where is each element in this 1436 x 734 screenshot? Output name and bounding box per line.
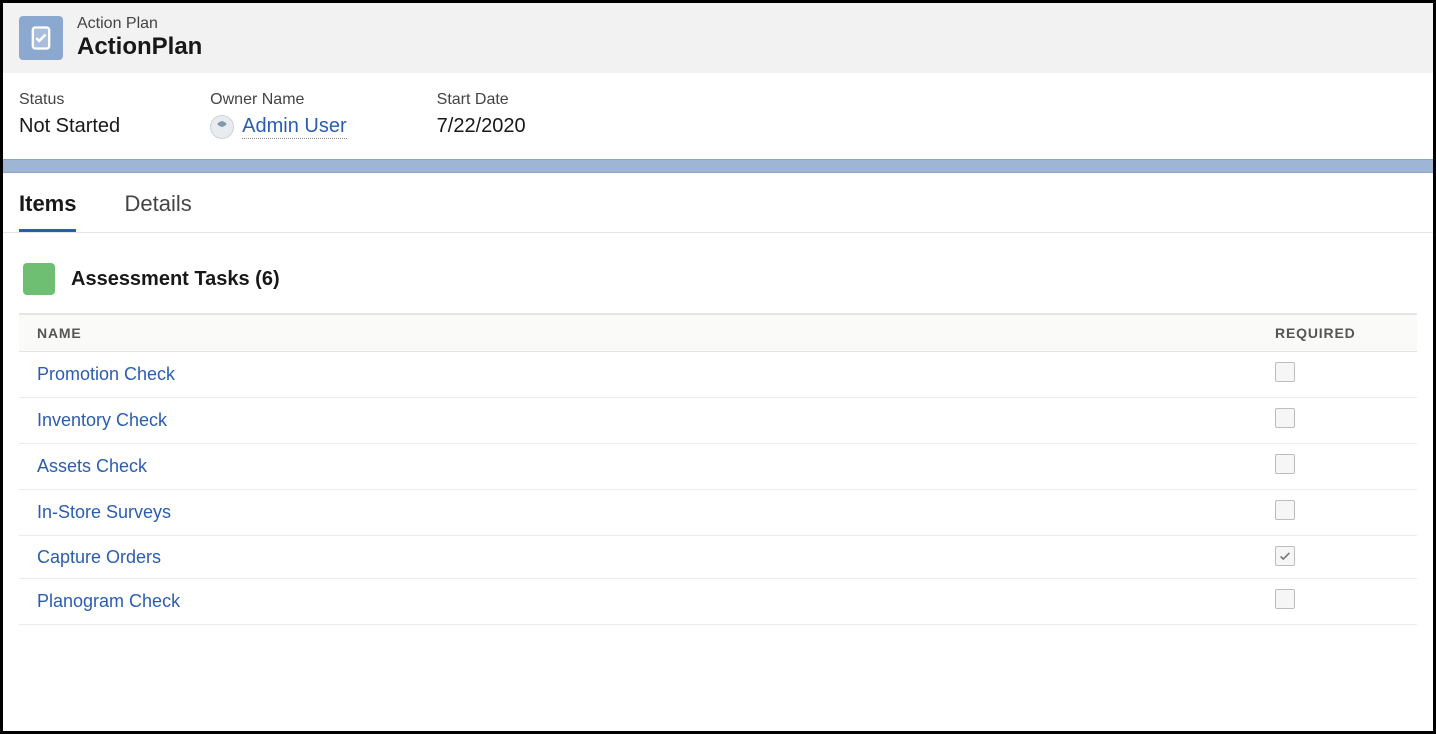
- page-header: Action Plan ActionPlan: [3, 3, 1433, 73]
- task-name-link[interactable]: Inventory Check: [37, 410, 167, 430]
- header-titles: Action Plan ActionPlan: [77, 15, 202, 61]
- assessment-tasks-icon: [23, 263, 55, 295]
- table-row: Inventory Check: [19, 398, 1417, 444]
- start-date-field: Start Date 7/22/2020: [437, 91, 526, 139]
- tab-details[interactable]: Details: [124, 191, 191, 232]
- table-row: Capture Orders: [19, 536, 1417, 579]
- owner-field: Owner Name Admin User: [210, 91, 346, 139]
- assessment-tasks-section: Assessment Tasks (6) NAME REQUIRED Promo…: [3, 233, 1433, 625]
- required-checkbox: [1275, 408, 1295, 428]
- task-name-link[interactable]: Capture Orders: [37, 547, 161, 567]
- owner-link[interactable]: Admin User: [242, 115, 346, 139]
- table-row: In-Store Surveys: [19, 490, 1417, 536]
- object-type-label: Action Plan: [77, 15, 202, 33]
- action-plan-icon: [19, 16, 63, 60]
- tab-items[interactable]: Items: [19, 191, 76, 232]
- section-divider: [3, 159, 1433, 173]
- status-label: Status: [19, 91, 120, 109]
- task-name-link[interactable]: Planogram Check: [37, 591, 180, 611]
- assessment-tasks-title: Assessment Tasks (6): [71, 268, 280, 291]
- owner-label: Owner Name: [210, 91, 346, 109]
- status-field: Status Not Started: [19, 91, 120, 139]
- highlights-panel: Status Not Started Owner Name Admin User…: [3, 73, 1433, 159]
- col-name[interactable]: NAME: [19, 315, 1257, 352]
- table-row: Promotion Check: [19, 352, 1417, 398]
- start-date-value: 7/22/2020: [437, 115, 526, 138]
- task-name-link[interactable]: Promotion Check: [37, 364, 175, 384]
- required-checkbox: [1275, 362, 1295, 382]
- page-frame: Action Plan ActionPlan Status Not Starte…: [0, 0, 1436, 734]
- table-row: Planogram Check: [19, 579, 1417, 625]
- required-checkbox: [1275, 454, 1295, 474]
- required-checkbox: [1275, 589, 1295, 609]
- owner-avatar-icon: [210, 115, 234, 139]
- tabs: Items Details: [3, 173, 1433, 233]
- required-checkbox: [1275, 546, 1295, 566]
- table-row: Assets Check: [19, 444, 1417, 490]
- col-required[interactable]: REQUIRED: [1257, 315, 1417, 352]
- required-checkbox: [1275, 500, 1295, 520]
- status-value: Not Started: [19, 115, 120, 138]
- task-name-link[interactable]: In-Store Surveys: [37, 502, 171, 522]
- task-name-link[interactable]: Assets Check: [37, 456, 147, 476]
- page-title: ActionPlan: [77, 33, 202, 61]
- tasks-table: NAME REQUIRED Promotion Check Inventory C…: [19, 314, 1417, 625]
- start-date-label: Start Date: [437, 91, 526, 109]
